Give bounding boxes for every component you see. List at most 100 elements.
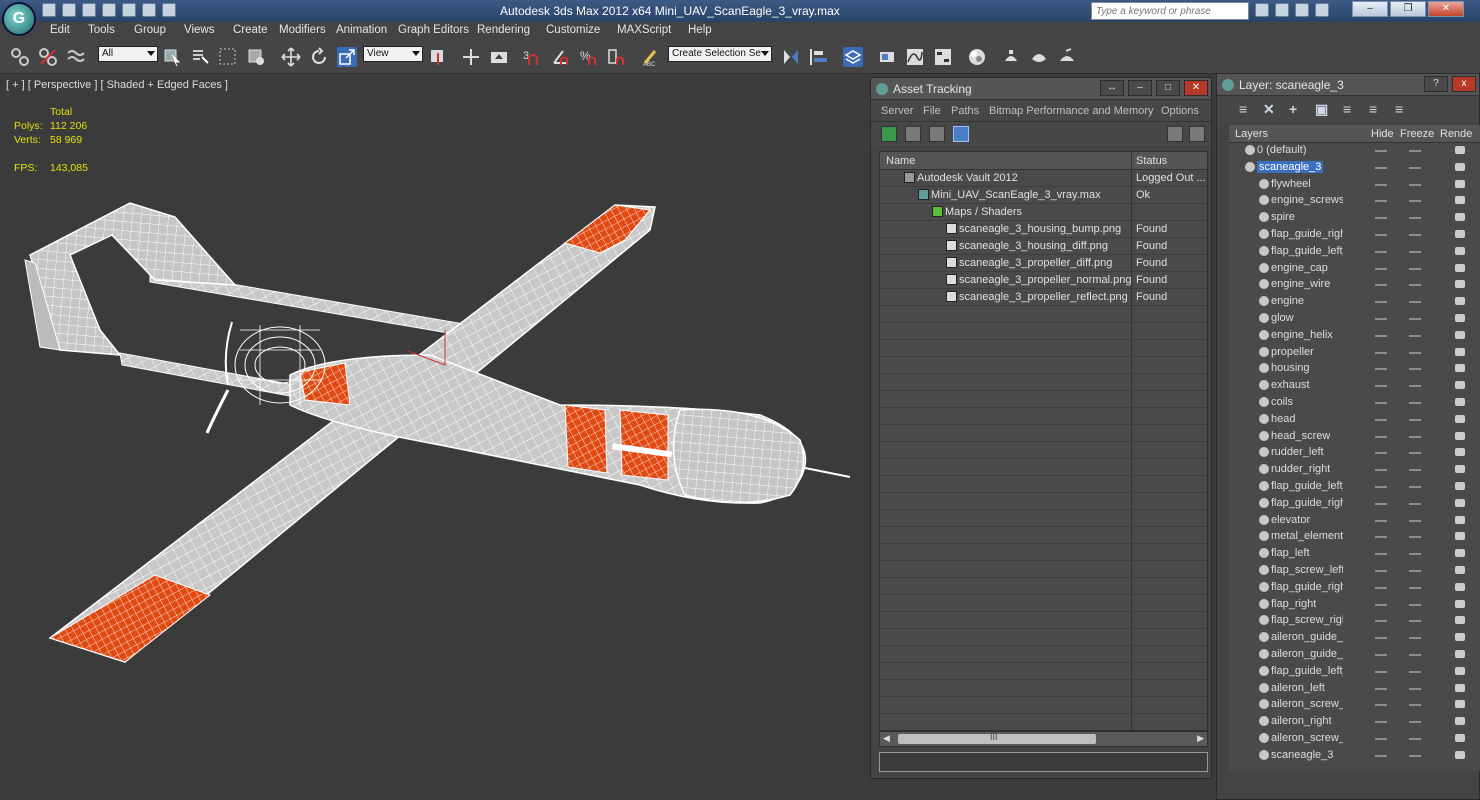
render-toggle-icon[interactable]	[1455, 263, 1465, 272]
hide-toggle[interactable]	[1375, 368, 1387, 371]
freeze-toggle[interactable]	[1409, 452, 1421, 455]
render-production-icon[interactable]	[1057, 47, 1077, 67]
render-toggle-icon[interactable]	[1455, 633, 1465, 642]
render-toggle-icon[interactable]	[1455, 750, 1465, 759]
hide-toggle[interactable]	[1375, 704, 1387, 707]
render-toggle-icon[interactable]	[1455, 330, 1465, 339]
render-toggle-icon[interactable]	[1455, 549, 1465, 558]
scroll-right-icon[interactable]: ▶	[1197, 733, 1204, 744]
horizontal-scrollbar[interactable]: ◀ III ▶	[879, 731, 1208, 747]
edit-named-selection-icon[interactable]: ABC	[641, 47, 661, 68]
render-toggle-icon[interactable]	[1455, 179, 1465, 188]
pivot-center-icon[interactable]	[428, 47, 448, 67]
binoculars-icon[interactable]	[1255, 3, 1269, 17]
hide-toggle[interactable]	[1375, 284, 1387, 287]
hide-toggle[interactable]	[1375, 687, 1387, 690]
add-to-layer-icon[interactable]: +	[1289, 101, 1297, 117]
hide-toggle[interactable]	[1375, 200, 1387, 203]
render-toggle-icon[interactable]	[1455, 364, 1465, 373]
layer-row[interactable]: glow	[1229, 311, 1480, 328]
unlink-selection-icon[interactable]	[38, 47, 58, 67]
curve-editor-icon[interactable]	[905, 47, 925, 67]
redo-icon[interactable]	[122, 3, 136, 17]
freeze-toggle[interactable]	[1409, 469, 1421, 472]
freeze-toggle[interactable]	[1409, 603, 1421, 606]
render-toggle-icon[interactable]	[1455, 649, 1465, 658]
render-toggle-icon[interactable]	[1455, 313, 1465, 322]
asset-menu-bitmap-performance[interactable]: Bitmap Performance and Memory	[989, 105, 1153, 117]
hide-toggle[interactable]	[1375, 166, 1387, 169]
render-toggle-icon[interactable]	[1455, 213, 1465, 222]
layer-row[interactable]: flap_right	[1229, 597, 1480, 614]
layer-row[interactable]: flap_guide_left_	[1229, 664, 1480, 681]
freeze-toggle[interactable]	[1409, 351, 1421, 354]
table-row[interactable]: scaneagle_3_housing_bump.png Found	[880, 221, 1207, 238]
freeze-toggle[interactable]	[1409, 401, 1421, 404]
hide-toggle[interactable]	[1375, 569, 1387, 572]
spinner-snap-icon[interactable]	[607, 47, 627, 67]
angle-snap-icon[interactable]	[551, 47, 571, 67]
window-crossing-icon[interactable]	[246, 47, 266, 67]
resize-arrows-icon[interactable]: ↔	[1100, 80, 1124, 96]
search-input[interactable]: Type a keyword or phrase	[1091, 2, 1249, 20]
column-header-hide[interactable]: Hide	[1371, 128, 1394, 140]
asset-menu-options[interactable]: Options	[1161, 105, 1199, 117]
select-and-rotate-icon[interactable]	[309, 47, 329, 67]
render-toggle-icon[interactable]	[1455, 481, 1465, 490]
freeze-toggle[interactable]	[1409, 267, 1421, 270]
mirror-icon[interactable]	[781, 47, 801, 67]
menu-edit[interactable]: Edit	[50, 24, 70, 36]
render-toggle-icon[interactable]	[1455, 381, 1465, 390]
hide-toggle[interactable]	[1375, 385, 1387, 388]
select-by-name-icon[interactable]	[190, 47, 210, 67]
layer-row[interactable]: engine_helix	[1229, 328, 1480, 345]
rendered-frame-window-icon[interactable]	[1029, 47, 1049, 67]
hide-toggle[interactable]	[1375, 301, 1387, 304]
freeze-toggle[interactable]	[1409, 284, 1421, 287]
menu-graph-editors[interactable]: Graph Editors	[398, 24, 469, 36]
render-toggle-icon[interactable]	[1455, 532, 1465, 541]
table-row[interactable]: scaneagle_3_housing_diff.png Found	[880, 238, 1207, 255]
render-toggle-icon[interactable]	[1455, 565, 1465, 574]
asset-menu-file[interactable]: File	[923, 105, 941, 117]
minimize-button[interactable]: –	[1128, 80, 1152, 96]
snaps-toggle-icon[interactable]: 3	[521, 47, 541, 67]
render-toggle-icon[interactable]	[1455, 465, 1465, 474]
fetch-icon[interactable]	[162, 3, 176, 17]
delete-layer-icon[interactable]: ✕	[1263, 101, 1275, 118]
scroll-thumb[interactable]: III	[898, 732, 1096, 744]
menu-help[interactable]: Help	[688, 24, 712, 36]
freeze-all-layers-icon[interactable]: ≡	[1395, 101, 1403, 117]
hide-toggle[interactable]	[1375, 150, 1387, 152]
select-object-icon[interactable]	[162, 47, 182, 67]
menu-tools[interactable]: Tools	[88, 24, 115, 36]
list-view-icon[interactable]	[905, 126, 921, 142]
select-and-manipulate-icon[interactable]	[461, 47, 481, 67]
hide-toggle[interactable]	[1375, 586, 1387, 589]
graphite-modeling-tools-icon[interactable]	[877, 47, 897, 67]
close-button[interactable]: x	[1452, 76, 1476, 92]
hide-toggle[interactable]	[1375, 737, 1387, 740]
undo-icon[interactable]	[102, 3, 116, 17]
render-toggle-icon[interactable]	[1455, 196, 1465, 205]
render-toggle-icon[interactable]	[1455, 700, 1465, 709]
hide-toggle[interactable]	[1375, 351, 1387, 354]
freeze-toggle[interactable]	[1409, 687, 1421, 690]
layer-row[interactable]: exhaust	[1229, 378, 1480, 395]
close-button[interactable]: ✕	[1184, 80, 1208, 96]
hide-toggle[interactable]	[1375, 637, 1387, 640]
hide-toggle[interactable]	[1375, 267, 1387, 270]
layer-row[interactable]: engine_cap	[1229, 261, 1480, 278]
hide-toggle[interactable]	[1375, 418, 1387, 421]
layer-row[interactable]: flap_guide_right_	[1229, 580, 1480, 597]
layer-row[interactable]: spire	[1229, 210, 1480, 227]
layer-row[interactable]: metal_elements	[1229, 529, 1480, 546]
align-icon[interactable]	[809, 47, 829, 67]
freeze-toggle[interactable]	[1409, 754, 1421, 757]
percent-snap-icon[interactable]: %	[579, 47, 599, 67]
render-toggle-icon[interactable]	[1455, 717, 1465, 726]
column-header-render[interactable]: Rende	[1440, 128, 1472, 140]
close-button[interactable]: ✕	[1428, 1, 1464, 17]
render-toggle-icon[interactable]	[1455, 616, 1465, 625]
render-toggle-icon[interactable]	[1455, 582, 1465, 591]
